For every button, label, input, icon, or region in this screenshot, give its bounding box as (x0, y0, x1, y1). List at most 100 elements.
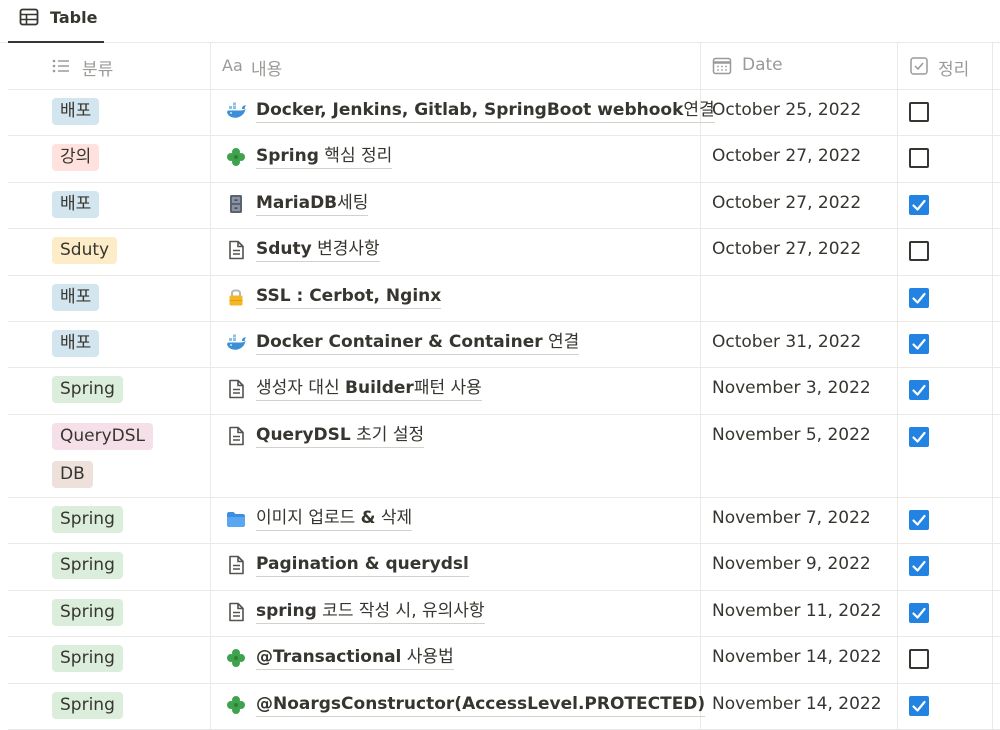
table-row[interactable]: Spring @Transactional 사용법 November 14, 202… (8, 637, 1000, 684)
category-cell[interactable]: Spring (8, 544, 211, 590)
date-cell[interactable]: October 27, 2022 (701, 136, 898, 182)
checkmark-icon (912, 560, 926, 572)
title-cell[interactable]: Sduty 변경사항 (211, 229, 701, 275)
table-row[interactable]: Spring @NoargsConstructor(AccessLevel.PRO… (8, 684, 1000, 730)
checkbox-checked[interactable] (909, 380, 929, 400)
table-row[interactable]: Spring 이미지 업로드 & 삭제 November 7, 2022 (8, 498, 1000, 544)
date-value: October 31, 2022 (712, 332, 862, 352)
title-cell[interactable]: Spring 핵심 정리 (211, 136, 701, 182)
page-title-link[interactable]: SSL : Cerbot, Nginx (256, 284, 442, 309)
checkbox-unchecked[interactable] (909, 649, 929, 669)
page-icon (229, 602, 244, 622)
checkmark-icon (912, 700, 926, 712)
category-cell[interactable]: Spring (8, 368, 211, 414)
title-cell[interactable]: @Transactional 사용법 (211, 637, 701, 683)
title-cell[interactable]: @NoargsConstructor(AccessLevel.PROTECTED… (211, 684, 706, 729)
title-cell[interactable]: 생성자 대신 Builder패턴 사용 (211, 368, 701, 414)
checkbox-checked[interactable] (909, 195, 929, 215)
category-cell[interactable]: 배포 (8, 322, 211, 367)
checkbox-checked[interactable] (909, 510, 929, 530)
page-title-link[interactable]: Docker Container & Container 연결 (256, 330, 580, 355)
date-cell[interactable]: November 5, 2022 (701, 415, 898, 497)
date-value: November 5, 2022 (712, 425, 871, 445)
table-row[interactable]: 배포 Docker Container & Container 연결 October… (8, 322, 1000, 368)
page-title-link[interactable]: @NoargsConstructor(AccessLevel.PROTECTED… (256, 692, 706, 717)
category-cell[interactable]: QueryDSL DB (8, 415, 211, 497)
table-row[interactable]: Spring spring 코드 작성 시, 유의사항 November 11, 2… (8, 591, 1000, 637)
category-cell[interactable]: 강의 (8, 136, 211, 182)
page-title-link[interactable]: spring 코드 작성 시, 유의사항 (256, 599, 485, 624)
title-cell[interactable]: 이미지 업로드 & 삭제 (211, 498, 701, 543)
page-title-link[interactable]: Pagination & querydsl (256, 552, 469, 577)
date-cell[interactable]: November 14, 2022 (701, 684, 898, 729)
table-row[interactable]: 강의 Spring 핵심 정리 October 27, 2022 (8, 136, 1000, 183)
date-cell[interactable]: October 31, 2022 (701, 322, 898, 367)
title-segment: SSL : Cerbot, Nginx (256, 286, 442, 306)
category-cell[interactable]: 배포 (8, 276, 211, 321)
title-cell[interactable]: Pagination & querydsl (211, 544, 701, 590)
date-cell[interactable]: November 9, 2022 (701, 544, 898, 590)
checkbox-unchecked[interactable] (909, 102, 929, 122)
page-title-link[interactable]: Docker, Jenkins, Gitlab, SpringBoot webh… (256, 98, 715, 123)
title-cell[interactable]: Docker, Jenkins, Gitlab, SpringBoot webh… (211, 90, 715, 135)
date-cell[interactable]: October 25, 2022 (701, 90, 898, 135)
checkbox-checked[interactable] (909, 288, 929, 308)
table-row[interactable]: 배포 Docker, Jenkins, Gitlab, SpringBoot we… (8, 90, 1000, 136)
checkbox-checked[interactable] (909, 334, 929, 354)
title-segment: Pagination & querydsl (256, 554, 469, 574)
table-row[interactable]: 배포 SSL : Cerbot, Nginx (8, 276, 1000, 322)
category-cell[interactable]: Spring (8, 637, 211, 683)
table-row[interactable]: Spring 생성자 대신 Builder패턴 사용 November 3, 202… (8, 368, 1000, 415)
checkbox-unchecked[interactable] (909, 241, 929, 261)
column-header-done[interactable]: 정리 (898, 43, 993, 89)
file-cabinet-icon (230, 195, 242, 213)
checkbox-checked[interactable] (909, 603, 929, 623)
checkbox-checked[interactable] (909, 427, 929, 447)
category-cell[interactable]: Sduty (8, 229, 211, 275)
title-cell[interactable]: MariaDB세팅 (211, 183, 701, 228)
page-title-link[interactable]: MariaDB세팅 (256, 191, 369, 216)
page-title-link[interactable]: 이미지 업로드 & 삭제 (256, 506, 413, 531)
checkbox-checked[interactable] (909, 696, 929, 716)
checkbox-unchecked[interactable] (909, 148, 929, 168)
lock-icon (229, 289, 243, 306)
title-segment: Sduty (256, 239, 312, 259)
column-header-category[interactable]: 분류 (8, 43, 211, 89)
date-cell[interactable]: November 14, 2022 (701, 637, 898, 683)
date-cell[interactable]: October 27, 2022 (701, 229, 898, 275)
page-title-link[interactable]: Sduty 변경사항 (256, 237, 380, 262)
table-row[interactable]: Spring Pagination & querydsl November 9, 2… (8, 544, 1000, 591)
date-cell[interactable]: October 27, 2022 (701, 183, 898, 228)
page-title-link[interactable]: @Transactional 사용법 (256, 645, 454, 670)
table-row[interactable]: Sduty Sduty 변경사항 October 27, 2022 (8, 229, 1000, 276)
category-cell[interactable]: Spring (8, 684, 211, 729)
column-header-date[interactable]: Date (701, 43, 898, 89)
table-row[interactable]: QueryDSL DB QueryDSL 초기 설정 November 5, 2022 (8, 415, 1000, 498)
checkmark-icon (912, 384, 926, 396)
date-cell[interactable] (701, 276, 898, 321)
title-cell[interactable]: QueryDSL 초기 설정 (211, 415, 701, 497)
title-segment: Docker, Jenkins, Gitlab, SpringBoot webh… (256, 100, 684, 120)
title-segment: Spring (256, 146, 319, 166)
title-cell[interactable]: SSL : Cerbot, Nginx (211, 276, 701, 321)
checkmark-icon (912, 514, 926, 526)
list-icon (52, 59, 69, 73)
page-icon (229, 555, 244, 575)
date-cell[interactable]: November 11, 2022 (701, 591, 898, 636)
category-cell[interactable]: 배포 (8, 90, 211, 135)
date-cell[interactable]: November 7, 2022 (701, 498, 898, 543)
checkbox-checked[interactable] (909, 556, 929, 576)
title-cell[interactable]: spring 코드 작성 시, 유의사항 (211, 591, 701, 636)
category-cell[interactable]: 배포 (8, 183, 211, 228)
date-cell[interactable]: November 3, 2022 (701, 368, 898, 414)
column-header-content[interactable]: Aa 내용 (211, 43, 701, 89)
page-title-link[interactable]: Spring 핵심 정리 (256, 144, 393, 169)
title-cell[interactable]: Docker Container & Container 연결 (211, 322, 701, 367)
category-cell[interactable]: Spring (8, 498, 211, 543)
category-tag: 배포 (52, 284, 100, 311)
page-title-link[interactable]: 생성자 대신 Builder패턴 사용 (256, 376, 482, 401)
category-cell[interactable]: Spring (8, 591, 211, 636)
tab-table-view[interactable]: Table (8, 0, 104, 43)
table-row[interactable]: 배포 MariaDB세팅 October 27, 2022 (8, 183, 1000, 229)
page-title-link[interactable]: QueryDSL 초기 설정 (256, 423, 425, 448)
